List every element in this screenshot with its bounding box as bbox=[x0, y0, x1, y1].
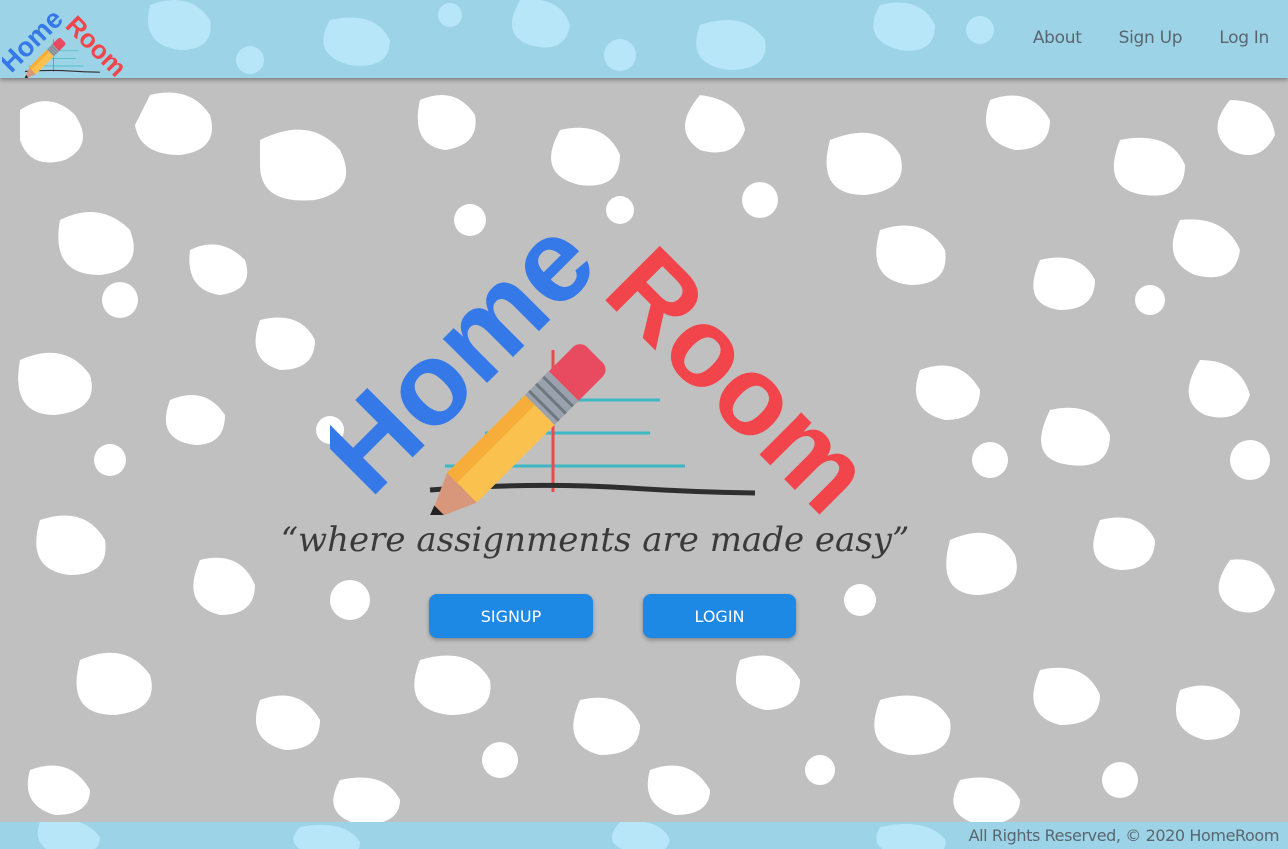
nav-about-link[interactable]: About bbox=[1033, 28, 1082, 48]
signup-button[interactable]: SIGNUP bbox=[429, 594, 593, 638]
nav-links: About Sign Up Log In bbox=[996, 28, 1269, 48]
navbar: About Sign Up Log In bbox=[0, 0, 1288, 78]
footer-copyright: All Rights Reserved, © 2020 HomeRoom bbox=[968, 826, 1280, 845]
login-button[interactable]: LOGIN bbox=[643, 594, 796, 638]
footer: All Rights Reserved, © 2020 HomeRoom bbox=[0, 822, 1288, 849]
homeroom-logo: Home Room bbox=[330, 200, 860, 515]
tagline: “where assignments are made easy” bbox=[280, 520, 910, 560]
nav-login-link[interactable]: Log In bbox=[1219, 28, 1269, 48]
nav-signup-link[interactable]: Sign Up bbox=[1119, 28, 1183, 48]
navbar-logo[interactable] bbox=[2, 4, 124, 78]
